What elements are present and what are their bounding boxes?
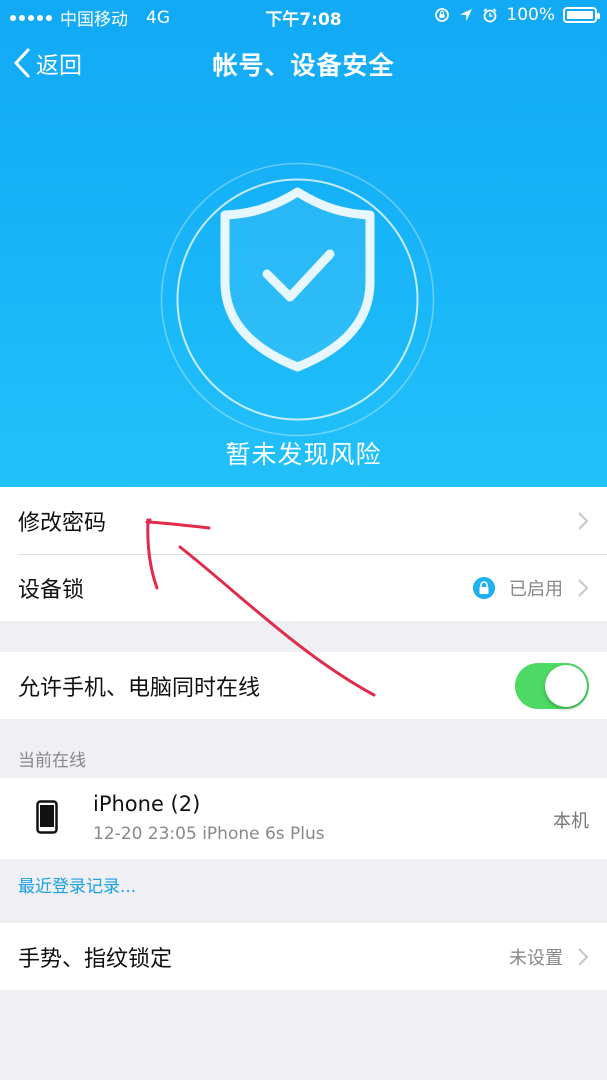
battery-percent: 100%: [506, 5, 555, 25]
device-lock-status: 已启用: [509, 578, 563, 600]
allow-simultaneous-toggle[interactable]: [515, 662, 589, 709]
shield-check-icon: [160, 162, 435, 437]
change-password-label: 修改密码: [18, 510, 107, 536]
current-online-header: 当前在线: [18, 751, 86, 771]
online-devices-group: iPhone (2) 12-20 23:05 iPhone 6s Plus 本机: [0, 778, 607, 859]
device-lock-row[interactable]: 设备锁 已启用: [0, 554, 607, 621]
device-lock-label: 设备锁: [18, 577, 85, 603]
gesture-lock-status: 未设置: [509, 947, 563, 969]
chevron-right-icon: [578, 511, 589, 530]
device-name: iPhone (2): [93, 792, 201, 816]
chevron-right-icon: [578, 947, 589, 966]
device-current-tag: 本机: [553, 811, 589, 832]
page-title: 帐号、设备安全: [212, 51, 395, 80]
online-toggle-group: 允许手机、电脑同时在线: [0, 652, 607, 719]
device-row[interactable]: iPhone (2) 12-20 23:05 iPhone 6s Plus 本机: [0, 778, 607, 859]
security-header: 中国移动 4G 下午7:08 100% 返回 帐号、设备安全 暂未发现风险: [0, 0, 607, 487]
risk-status-text: 暂未发现风险: [225, 440, 382, 469]
security-settings-group: 修改密码 设备锁 已启用: [0, 487, 607, 621]
location-icon: [460, 9, 473, 21]
change-password-row[interactable]: 修改密码: [0, 487, 607, 554]
allow-simultaneous-row: 允许手机、电脑同时在线: [0, 652, 607, 719]
chevron-right-icon: [578, 578, 589, 597]
rotation-lock-icon: [435, 8, 450, 22]
navigation-bar: 返回 帐号、设备安全: [0, 32, 607, 92]
alarm-icon: [483, 8, 497, 23]
recent-login-link[interactable]: 最近登录记录...: [18, 872, 136, 897]
allow-simultaneous-label: 允许手机、电脑同时在线: [18, 675, 261, 701]
status-right: 100%: [434, 5, 600, 25]
device-meta: 12-20 23:05 iPhone 6s Plus: [93, 824, 325, 844]
phone-icon: [36, 800, 58, 834]
gesture-lock-row[interactable]: 手势、指纹锁定 未设置: [0, 923, 607, 990]
gesture-lock-label: 手势、指纹锁定: [18, 946, 173, 972]
gesture-lock-group: 手势、指纹锁定 未设置: [0, 923, 607, 990]
battery-icon: [563, 7, 600, 23]
lock-icon: [473, 576, 495, 599]
status-bar: 中国移动 4G 下午7:08 100%: [0, 0, 607, 32]
